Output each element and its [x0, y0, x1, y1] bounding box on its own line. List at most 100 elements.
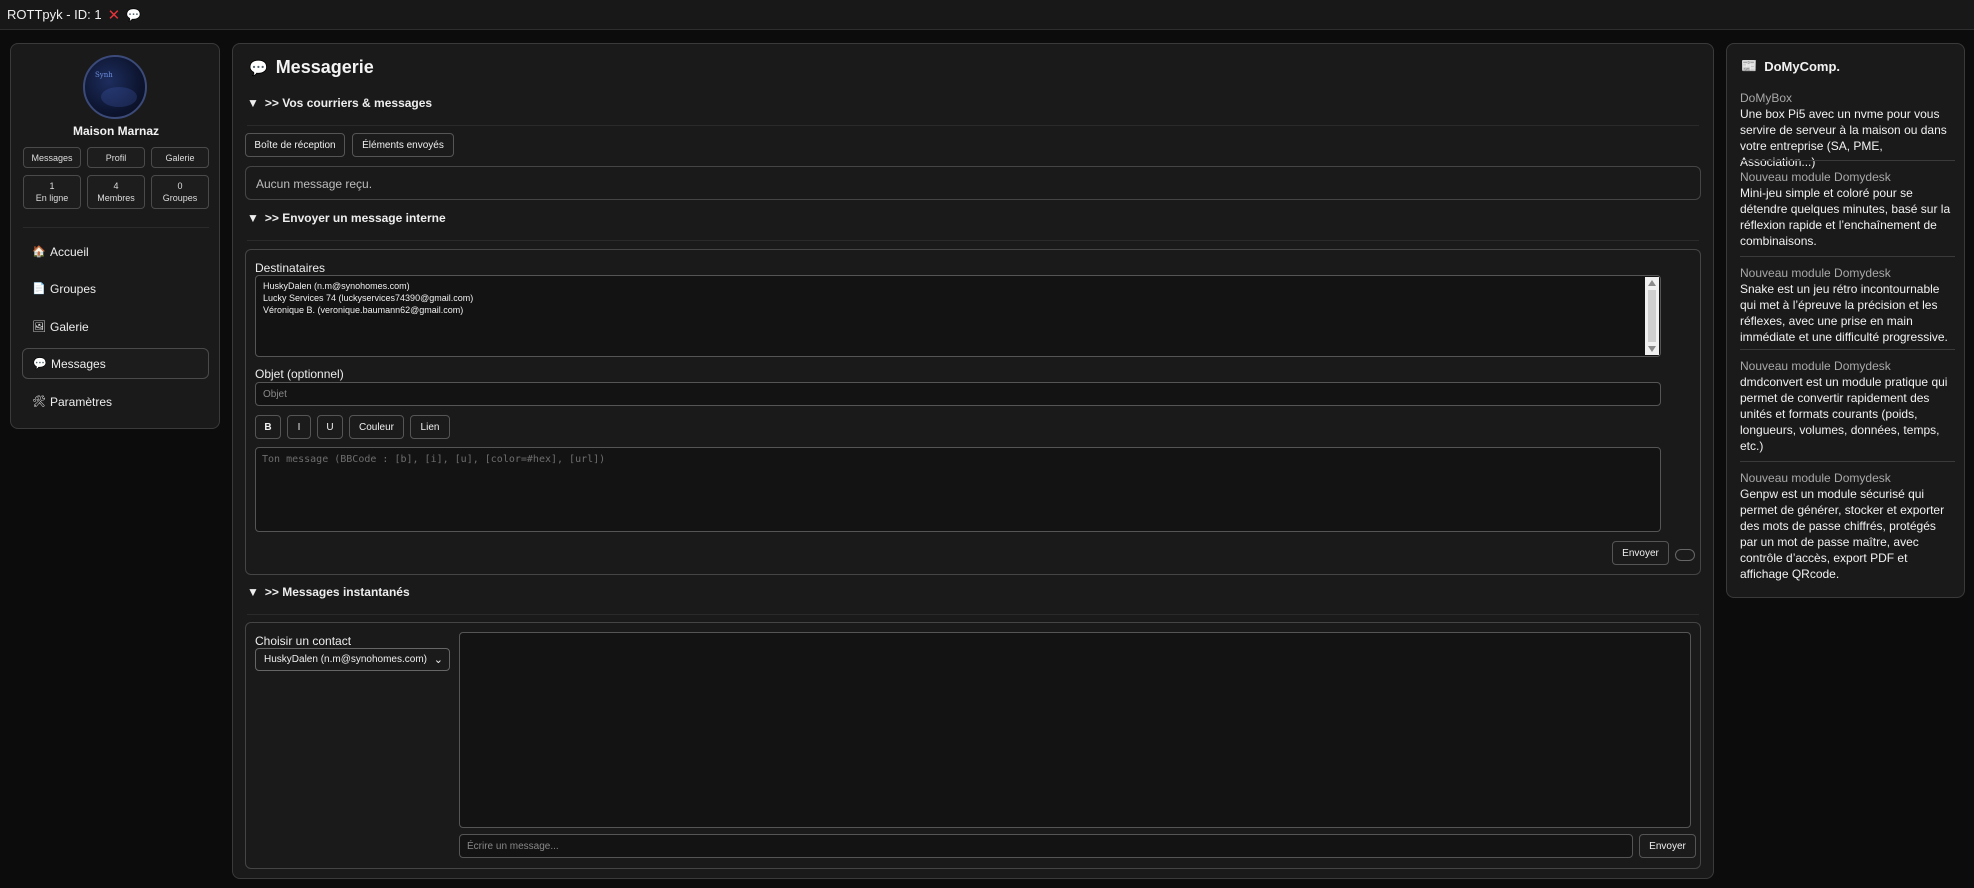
contact-select[interactable]: HuskyDalen (n.m@synohomes.com) ⌄ — [255, 648, 450, 671]
chevron-down-icon: ⌄ — [433, 654, 443, 666]
chat-bubble-icon[interactable]: 💬 — [126, 8, 141, 22]
divider — [1740, 349, 1955, 350]
top-bar: ROTTpyk - ID: 1 ✕ 💬 — [0, 0, 1974, 30]
news-heading: DoMyBox — [1740, 91, 1793, 105]
contact-label: Choisir un contact — [255, 634, 352, 648]
chat-bubble-icon: 💬 — [249, 59, 268, 77]
scrollbar[interactable] — [1645, 277, 1659, 355]
stat-groups: 0 Groupes — [151, 175, 209, 209]
divider — [1740, 461, 1955, 462]
stat-label: En ligne — [35, 193, 69, 203]
recipient-option[interactable]: Lucky Services 74 (luckyservices74390@gm… — [263, 293, 473, 303]
triangle-down-icon: ▼ — [247, 585, 259, 599]
instant-chat: Choisir un contact HuskyDalen (n.m@synoh… — [245, 622, 1701, 869]
sidebar-item-label: Messages — [51, 356, 106, 371]
message-textarea[interactable]: Ton message (BBCode : [b], [i], [u], [co… — [255, 447, 1661, 532]
italic-button[interactable]: I — [287, 415, 311, 439]
section-send-toggle[interactable]: ▼ >> Envoyer un message interne — [247, 211, 446, 225]
sidebar-item-groupes[interactable]: 📄 Groupes — [22, 273, 209, 304]
news-item[interactable]: Nouveau module Domydesk Genpw est un mod… — [1740, 470, 1955, 582]
news-item[interactable]: Nouveau module Domydesk Snake est un jeu… — [1740, 265, 1955, 345]
news-item[interactable]: Nouveau module Domydesk Mini-jeu simple … — [1740, 169, 1955, 249]
news-panel: 📰 DoMyComp. DoMyBox Une box Pi5 avec un … — [1726, 43, 1965, 598]
scrollbar-thumb[interactable] — [1648, 290, 1656, 342]
gallery-button[interactable]: Galerie — [151, 147, 209, 168]
news-body: Genpw est un module sécurisé qui permet … — [1740, 487, 1945, 581]
section-title: >> Envoyer un message interne — [264, 211, 446, 225]
news-body: Snake est un jeu rétro incontournable qu… — [1740, 282, 1948, 344]
avatar[interactable]: Synh — [83, 55, 147, 119]
avatar-text: Synh — [95, 71, 113, 79]
avatar-glow — [101, 87, 137, 107]
sidebar-item-galerie[interactable]: 🖼 Galerie — [22, 311, 209, 342]
divider — [247, 125, 1699, 126]
recipients-select[interactable]: HuskyDalen (n.m@synohomes.com) Lucky Ser… — [255, 275, 1661, 357]
link-button[interactable]: Lien — [410, 415, 450, 439]
chat-history — [459, 632, 1691, 828]
news-title: 📰 DoMyComp. — [1741, 58, 1840, 74]
stat-online: 1 En ligne — [23, 175, 81, 209]
divider — [1740, 160, 1955, 161]
section-title: >> Vos courriers & messages — [264, 96, 433, 110]
divider — [1740, 256, 1955, 257]
tab-inbox[interactable]: Boîte de réception — [245, 133, 345, 157]
bold-button[interactable]: B — [255, 415, 281, 439]
main-panel: 💬 Messagerie ▼ >> Vos courriers & messag… — [232, 43, 1714, 879]
tab-sent[interactable]: Éléments envoyés — [352, 133, 454, 157]
recipient-option[interactable]: Véronique B. (veronique.baumann62@gmail.… — [263, 305, 463, 315]
house-name: Maison Marnaz — [72, 124, 159, 138]
chat-input[interactable]: Écrire un message... — [459, 834, 1633, 858]
tools-icon: 🛠 — [32, 396, 46, 408]
stat-value: 1 — [49, 181, 55, 191]
messages-button[interactable]: Messages — [23, 147, 81, 168]
compose-form: Destinataires HuskyDalen (n.m@synohomes.… — [245, 249, 1701, 575]
section-title: >> Messages instantanés — [264, 585, 410, 599]
subject-input[interactable]: Objet — [255, 382, 1661, 406]
app-title: ROTTpyk - ID: 1 — [7, 7, 102, 22]
section-mail-toggle[interactable]: ▼ >> Vos courriers & messages — [247, 96, 432, 110]
sidebar-item-messages[interactable]: 💬 Messages — [22, 348, 209, 379]
scroll-up-icon[interactable] — [1648, 280, 1656, 286]
subject-placeholder: Objet — [263, 388, 287, 400]
send-button[interactable]: Envoyer — [1612, 541, 1669, 565]
recipient-option[interactable]: HuskyDalen (n.m@synohomes.com) — [263, 281, 410, 291]
news-heading: Nouveau module Domydesk — [1740, 170, 1891, 184]
scroll-down-icon[interactable] — [1648, 346, 1656, 352]
divider — [247, 614, 1699, 615]
news-item[interactable]: Nouveau module Domydesk dmdconvert est u… — [1740, 358, 1955, 454]
profile-button[interactable]: Profil — [87, 147, 145, 168]
sidebar: Synh Maison Marnaz Messages Profil Galer… — [10, 43, 220, 429]
news-heading: Nouveau module Domydesk — [1740, 359, 1891, 373]
empty-inbox-text: Aucun message reçu. — [256, 177, 373, 191]
sidebar-item-parametres[interactable]: 🛠 Paramètres — [22, 386, 209, 417]
news-body: Mini-jeu simple et coloré pour se détend… — [1740, 186, 1951, 248]
divider — [23, 227, 209, 228]
color-button[interactable]: Couleur — [349, 415, 404, 439]
page-title: 💬 Messagerie — [249, 57, 374, 78]
chat-send-button[interactable]: Envoyer — [1639, 834, 1696, 858]
subject-label: Objet (optionnel) — [255, 367, 344, 381]
document-icon: 📄 — [32, 283, 46, 295]
news-item[interactable]: DoMyBox Une box Pi5 avec un nvme pour vo… — [1740, 90, 1955, 170]
news-title-text: DoMyComp. — [1764, 58, 1841, 74]
close-icon[interactable]: ✕ — [108, 6, 121, 24]
sidebar-item-accueil[interactable]: 🏠 Accueil — [22, 236, 209, 267]
home-icon: 🏠 — [32, 246, 46, 258]
page-title-text: Messagerie — [275, 57, 374, 77]
sidebar-item-label: Accueil — [50, 244, 89, 259]
divider — [247, 240, 1699, 241]
send-option-toggle[interactable] — [1675, 549, 1695, 561]
news-body: dmdconvert est un module pratique qui pe… — [1740, 375, 1948, 453]
contact-selected: HuskyDalen (n.m@synohomes.com) — [264, 654, 427, 665]
stat-members: 4 Membres — [87, 175, 145, 209]
underline-button[interactable]: U — [317, 415, 343, 439]
chat-bubble-icon: 💬 — [33, 358, 47, 370]
section-instant-toggle[interactable]: ▼ >> Messages instantanés — [247, 585, 410, 599]
stat-value: 0 — [177, 181, 183, 191]
recipients-label: Destinataires — [255, 261, 326, 275]
triangle-down-icon: ▼ — [247, 96, 259, 110]
sidebar-item-label: Paramètres — [50, 394, 113, 409]
stat-label: Groupes — [162, 193, 198, 203]
news-heading: Nouveau module Domydesk — [1740, 266, 1891, 280]
news-heading: Nouveau module Domydesk — [1740, 471, 1891, 485]
